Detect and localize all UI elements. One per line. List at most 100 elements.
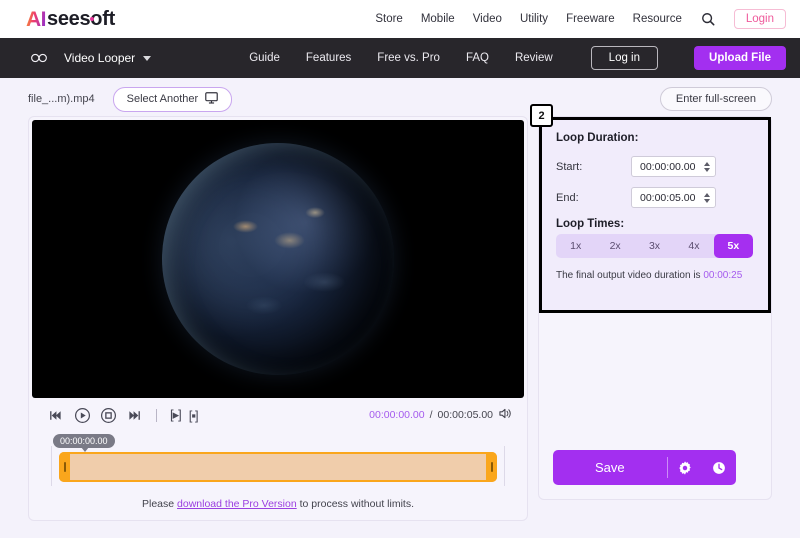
timeline-tooltip: 00:00:00.00: [53, 434, 115, 452]
time-display: 00:00:00.00 / 00:00:05.00: [369, 407, 513, 423]
save-actions: Save: [553, 450, 736, 485]
loop-option-2x[interactable]: 2x: [595, 234, 634, 258]
nav-faq[interactable]: FAQ: [466, 52, 489, 64]
select-another-label: Select Another: [126, 93, 199, 105]
brand-logo[interactable]: AI seesoft: [26, 9, 115, 30]
stepper-down-icon[interactable]: [704, 167, 711, 172]
loop-option-3x[interactable]: 3x: [635, 234, 674, 258]
play-icon[interactable]: [69, 402, 95, 428]
product-name-label: Video Looper: [64, 51, 136, 65]
end-time-row: End: 00:00:05.00: [556, 187, 754, 208]
trim-handle-start[interactable]: [59, 452, 70, 482]
final-note-prefix: The final output video duration is: [556, 270, 704, 281]
earth-limb-highlight: [162, 143, 394, 375]
stop-icon[interactable]: [95, 402, 121, 428]
loop-option-5x[interactable]: 5x: [713, 234, 753, 258]
logo-rest-label: seesoft: [47, 8, 115, 30]
trim-grip-icon: [63, 462, 66, 472]
save-bar: Save: [553, 450, 736, 485]
total-time-label: 00:00:05.00: [437, 409, 493, 421]
clock-history-icon[interactable]: [702, 450, 736, 485]
next-frame-icon[interactable]: [121, 402, 147, 428]
loop-settings-panel: 2 Loop Duration: Start: 00:00:00.00 End:…: [530, 104, 771, 313]
time-separator: /: [429, 409, 433, 421]
settings-column: 2 Loop Duration: Start: 00:00:00.00 End:…: [530, 104, 772, 521]
end-time-stepper[interactable]: [704, 192, 711, 203]
timeline-clip[interactable]: [59, 452, 497, 482]
gear-icon[interactable]: [668, 450, 702, 485]
player-controls: [▸] [▪] 00:00:00.00 / 00:00:05.00: [29, 398, 527, 432]
start-time-row: Start: 00:00:00.00: [556, 156, 754, 177]
top-nav-freeware[interactable]: Freeware: [566, 13, 615, 25]
product-nav-links: Guide Features Free vs. Pro FAQ Review L…: [249, 46, 786, 70]
top-nav: Store Mobile Video Utility Freeware Reso…: [375, 9, 786, 29]
top-nav-mobile[interactable]: Mobile: [421, 13, 455, 25]
start-time-label: Start:: [556, 160, 583, 173]
start-time-value: 00:00:00.00: [640, 160, 696, 173]
pro-version-note: Please download the Pro Version to proce…: [29, 492, 527, 520]
search-icon[interactable]: [700, 11, 716, 27]
end-time-input[interactable]: 00:00:05.00: [631, 187, 717, 208]
pro-note-prefix: Please: [142, 498, 178, 510]
select-another-button[interactable]: Select Another: [112, 86, 233, 112]
volume-icon[interactable]: [498, 407, 513, 423]
upload-file-button[interactable]: Upload File: [694, 46, 786, 70]
trim-grip-icon: [490, 462, 493, 472]
file-toolbar: file_...m).mp4 Select Another Enter full…: [0, 82, 800, 116]
loop-option-1x[interactable]: 1x: [556, 234, 595, 258]
nav-features[interactable]: Features: [306, 52, 351, 64]
enter-fullscreen-button[interactable]: Enter full-screen: [659, 87, 772, 111]
pro-version-link[interactable]: download the Pro Version: [177, 498, 297, 510]
pro-note-suffix: to process without limits.: [296, 498, 414, 510]
top-nav-video[interactable]: Video: [473, 13, 502, 25]
file-name-label: file_...m).mp4: [28, 93, 95, 105]
timeline-track[interactable]: [59, 452, 497, 482]
main-area: [▸] [▪] 00:00:00.00 / 00:00:05.00 00:00:…: [0, 104, 800, 521]
product-nav: Video Looper Guide Features Free vs. Pro…: [0, 38, 800, 78]
player-card: [▸] [▪] 00:00:00.00 / 00:00:05.00 00:00:…: [28, 116, 528, 521]
settings-card: 2 Loop Duration: Start: 00:00:00.00 End:…: [530, 104, 772, 500]
top-nav-resource[interactable]: Resource: [633, 13, 682, 25]
start-time-stepper[interactable]: [704, 161, 711, 172]
top-nav-store[interactable]: Store: [375, 13, 403, 25]
step-badge-2: 2: [530, 104, 553, 127]
logo-dot-icon: [90, 17, 94, 21]
trim-handle-end[interactable]: [486, 452, 497, 482]
top-header: AI seesoft Store Mobile Video Utility Fr…: [0, 0, 800, 38]
video-preview[interactable]: [32, 120, 524, 398]
end-time-label: End:: [556, 191, 579, 204]
timeline[interactable]: 00:00:00.00: [29, 432, 527, 492]
timeline-edge-left: [51, 446, 52, 486]
stepper-down-icon[interactable]: [704, 198, 711, 203]
final-duration-note: The final output video duration is 00:00…: [556, 270, 754, 281]
loop-option-4x[interactable]: 4x: [674, 234, 713, 258]
logo-ai-text: AI: [26, 7, 47, 31]
earth-video-frame: [162, 143, 394, 375]
monitor-icon: [205, 91, 219, 107]
set-end-icon[interactable]: [▪]: [185, 408, 202, 423]
timeline-edge-right: [504, 446, 505, 486]
chevron-down-icon: [143, 55, 152, 61]
loop-duration-title: Loop Duration:: [556, 132, 639, 144]
stepper-up-icon[interactable]: [704, 192, 711, 197]
start-time-input[interactable]: 00:00:00.00: [631, 156, 717, 177]
nav-guide[interactable]: Guide: [249, 52, 280, 64]
controls-divider: [156, 408, 157, 422]
video-looper-app: AI seesoft Store Mobile Video Utility Fr…: [0, 0, 800, 538]
prev-frame-icon[interactable]: [43, 402, 69, 428]
logo-seesoft-text: seesoft: [47, 9, 115, 29]
top-nav-utility[interactable]: Utility: [520, 13, 548, 25]
stepper-up-icon[interactable]: [704, 161, 711, 166]
loop-times-selector: 1x 2x 3x 4x 5x: [556, 234, 753, 258]
nav-review[interactable]: Review: [515, 52, 553, 64]
set-start-icon[interactable]: [▸]: [166, 407, 185, 423]
login-button[interactable]: Login: [733, 9, 786, 29]
nav-login-button[interactable]: Log in: [590, 46, 659, 70]
loop-times-title: Loop Times:: [556, 218, 625, 230]
final-duration-value: 00:00:25: [703, 270, 743, 281]
save-button[interactable]: Save: [553, 450, 667, 485]
end-time-value: 00:00:05.00: [640, 191, 696, 204]
infinity-loop-icon: [30, 49, 48, 67]
product-selector[interactable]: Video Looper: [64, 51, 152, 65]
nav-free-vs-pro[interactable]: Free vs. Pro: [377, 52, 440, 64]
